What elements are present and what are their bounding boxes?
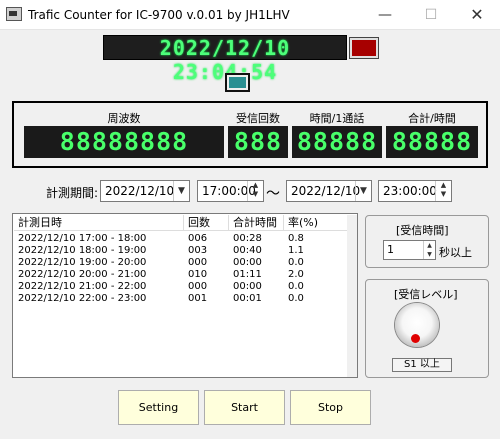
frequency-display: 88888888 xyxy=(24,126,224,158)
spin-up-icon[interactable]: ▲ xyxy=(427,242,432,249)
cell-count: 010 xyxy=(188,269,208,280)
setting-button[interactable]: Setting xyxy=(118,390,199,425)
cell-datetime: 2022/12/10 19:00 - 20:00 xyxy=(18,257,147,268)
range-separator: ～ xyxy=(266,186,280,202)
cell-total-time: 00:28 xyxy=(233,233,262,244)
cell-rate: 0.0 xyxy=(288,281,304,292)
column-header-total-time[interactable]: 合計時間 xyxy=(229,215,284,231)
start-button[interactable]: Start xyxy=(204,390,285,425)
end-time-value: 23:00:00 xyxy=(383,184,437,198)
column-header-count[interactable]: 回数 xyxy=(184,215,229,231)
scrollbar[interactable] xyxy=(347,215,357,377)
time-per-call-label: 時間/1通話 xyxy=(309,112,365,125)
total-time-label: 合計/時間 xyxy=(408,112,456,125)
receive-time-group: [受信時間] 1 ▲ ▼ 秒以上 xyxy=(365,215,489,268)
time-per-call-display: 88888 xyxy=(292,126,382,158)
cell-total-time: 00:40 xyxy=(233,245,262,256)
cell-total-time: 01:11 xyxy=(233,269,262,280)
title-bar: Trafic Counter for IC-9700 v.0.01 by JH1… xyxy=(0,0,500,30)
start-time-spinner[interactable]: 17:00:00 ▲ ▼ xyxy=(197,180,264,202)
cell-datetime: 2022/12/10 18:00 - 19:00 xyxy=(18,245,147,256)
cell-datetime: 2022/12/10 17:00 - 18:00 xyxy=(18,233,147,244)
results-table[interactable]: 計測日時 回数 合計時間 率(%) 2022/12/10 17:00 - 18:… xyxy=(12,213,358,378)
cell-datetime: 2022/12/10 21:00 - 22:00 xyxy=(18,281,147,292)
cell-rate: 0.0 xyxy=(288,257,304,268)
cell-rate: 1.1 xyxy=(288,245,304,256)
table-header: 計測日時 回数 合計時間 率(%) xyxy=(14,215,350,231)
stop-button[interactable]: Stop xyxy=(290,390,371,425)
end-date-value: 2022/12/10 xyxy=(291,184,361,198)
cell-total-time: 00:00 xyxy=(233,281,262,292)
receive-level-title: [受信レベル] xyxy=(394,288,458,301)
spin-down-icon[interactable]: ▼ xyxy=(441,190,446,198)
spin-down-icon[interactable]: ▼ xyxy=(253,190,258,198)
receive-time-value: 1 xyxy=(387,243,394,256)
period-label: 計測期間: xyxy=(46,186,99,200)
end-date-picker[interactable]: 2022/12/10 ▼ xyxy=(286,180,372,202)
receive-time-unit: 秒以上 xyxy=(439,246,472,259)
cell-count: 000 xyxy=(188,257,208,268)
clock-display: 2022/12/10 23:04:54 xyxy=(103,35,347,84)
table-row[interactable]: 2022/12/10 18:00 - 19:00 003 00:40 1.1 xyxy=(14,245,350,257)
cell-rate: 2.0 xyxy=(288,269,304,280)
chevron-down-icon[interactable]: ▼ xyxy=(173,181,189,201)
table-row[interactable]: 2022/12/10 17:00 - 18:00 006 00:28 0.8 xyxy=(14,233,350,245)
spin-up-icon[interactable]: ▲ xyxy=(253,181,258,189)
maximize-button[interactable]: ☐ xyxy=(408,0,454,30)
indicator-led xyxy=(349,37,379,59)
window-title: Trafic Counter for IC-9700 v.0.01 by JH1… xyxy=(28,8,290,22)
column-header-rate[interactable]: 率(%) xyxy=(284,215,350,231)
table-row[interactable]: 2022/12/10 22:00 - 23:00 001 00:01 0.0 xyxy=(14,293,350,305)
cell-rate: 0.8 xyxy=(288,233,304,244)
spin-icon[interactable]: ▲ ▼ xyxy=(423,241,435,259)
knob-indicator xyxy=(411,334,420,343)
column-header-datetime[interactable]: 計測日時 xyxy=(14,215,184,231)
end-time-spinner[interactable]: 23:00:00 ▲ ▼ xyxy=(378,180,452,202)
status-indicator xyxy=(225,73,250,92)
spin-icon[interactable]: ▲ ▼ xyxy=(435,181,451,201)
cell-datetime: 2022/12/10 22:00 - 23:00 xyxy=(18,293,147,304)
receive-count-display: 888 xyxy=(228,126,288,158)
receive-count-label: 受信回数 xyxy=(236,112,280,125)
frequency-label: 周波数 xyxy=(107,112,141,125)
cell-count: 001 xyxy=(188,293,208,304)
close-button[interactable]: ✕ xyxy=(454,0,500,30)
cell-rate: 0.0 xyxy=(288,293,304,304)
cell-count: 003 xyxy=(188,245,208,256)
receive-time-input[interactable]: 1 ▲ ▼ xyxy=(383,240,436,260)
spin-down-icon[interactable]: ▼ xyxy=(427,251,432,258)
spin-icon[interactable]: ▲ ▼ xyxy=(247,181,263,201)
minimize-button[interactable]: — xyxy=(362,0,408,30)
meter-panel: 周波数 受信回数 時間/1通話 合計/時間 88888888 888 88888… xyxy=(12,101,488,168)
table-row[interactable]: 2022/12/10 20:00 - 21:00 010 01:11 2.0 xyxy=(14,269,350,281)
start-date-value: 2022/12/10 xyxy=(105,184,175,198)
receive-level-value: S1 以上 xyxy=(392,358,452,372)
table-row[interactable]: 2022/12/10 21:00 - 22:00 000 00:00 0.0 xyxy=(14,281,350,293)
table-row[interactable]: 2022/12/10 19:00 - 20:00 000 00:00 0.0 xyxy=(14,257,350,269)
spin-up-icon[interactable]: ▲ xyxy=(441,181,446,189)
cell-count: 006 xyxy=(188,233,208,244)
total-time-display: 88888 xyxy=(386,126,478,158)
chevron-down-icon[interactable]: ▼ xyxy=(355,181,371,201)
start-date-picker[interactable]: 2022/12/10 ▼ xyxy=(100,180,190,202)
cell-total-time: 00:01 xyxy=(233,293,262,304)
cell-total-time: 00:00 xyxy=(233,257,262,268)
receive-time-title: [受信時間] xyxy=(396,224,449,237)
cell-count: 000 xyxy=(188,281,208,292)
app-icon xyxy=(6,7,22,21)
cell-datetime: 2022/12/10 20:00 - 21:00 xyxy=(18,269,147,280)
